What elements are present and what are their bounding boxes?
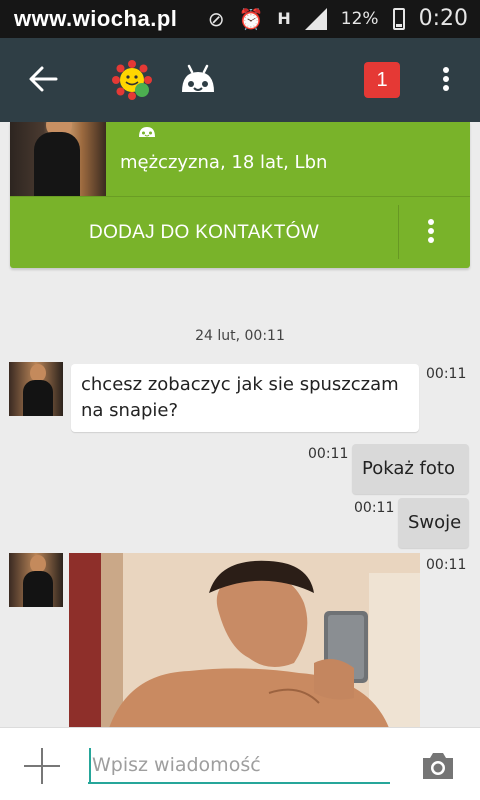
- battery-icon: [392, 7, 405, 30]
- android-robot-icon[interactable]: [178, 62, 218, 98]
- network-type-icon: H: [277, 9, 291, 28]
- text-cursor: [89, 748, 91, 782]
- profile-info: mężczyzna, 18 lat, Lbn: [120, 152, 328, 173]
- message-time: 00:11: [426, 366, 467, 382]
- overflow-menu-icon[interactable]: [434, 64, 458, 96]
- message-bubble-outgoing[interactable]: Pokaż foto: [352, 444, 469, 494]
- add-attachment-icon[interactable]: [24, 748, 60, 784]
- message-photo[interactable]: [69, 553, 420, 728]
- message-time: 00:11: [308, 446, 349, 462]
- android-robot-icon: [136, 122, 158, 140]
- watermark: www.wiocha.pl: [14, 6, 178, 31]
- overflow-menu-icon[interactable]: [418, 216, 444, 250]
- message-time: 00:11: [354, 500, 395, 516]
- avatar[interactable]: [9, 553, 63, 607]
- status-icons: ⊘ ⏰ H 12% 0:20: [208, 6, 468, 31]
- message-input[interactable]: [88, 748, 390, 784]
- add-to-contacts-button[interactable]: DODAJ DO KONTAKTÓW: [10, 197, 398, 268]
- date-separator: 24 lut, 00:11: [195, 328, 285, 344]
- message-time: 00:11: [426, 557, 467, 573]
- clock: 0:20: [418, 6, 468, 31]
- sun-logo-icon[interactable]: [112, 60, 152, 100]
- status-bar: www.wiocha.pl ⊘ ⏰ H 12% 0:20: [0, 0, 480, 38]
- profile-photo[interactable]: [10, 122, 106, 196]
- battery-percent: 12%: [340, 8, 379, 29]
- notification-badge[interactable]: 1: [364, 62, 400, 98]
- app-bar: 1: [0, 38, 480, 122]
- back-arrow-icon[interactable]: [26, 62, 60, 96]
- message-composer: [0, 727, 480, 800]
- profile-card: mężczyzna, 18 lat, Lbn DODAJ DO KONTAKTÓ…: [10, 122, 470, 268]
- signal-icon: [304, 7, 327, 30]
- message-bubble-incoming[interactable]: chcesz zobaczyc jak sie spuszczam na sna…: [71, 364, 419, 432]
- camera-icon[interactable]: [420, 750, 456, 782]
- divider: [398, 205, 399, 259]
- message-bubble-outgoing[interactable]: Swoje: [398, 498, 469, 548]
- alarm-icon: ⏰: [238, 6, 264, 31]
- avatar[interactable]: [9, 362, 63, 416]
- mute-icon: ⊘: [207, 6, 225, 31]
